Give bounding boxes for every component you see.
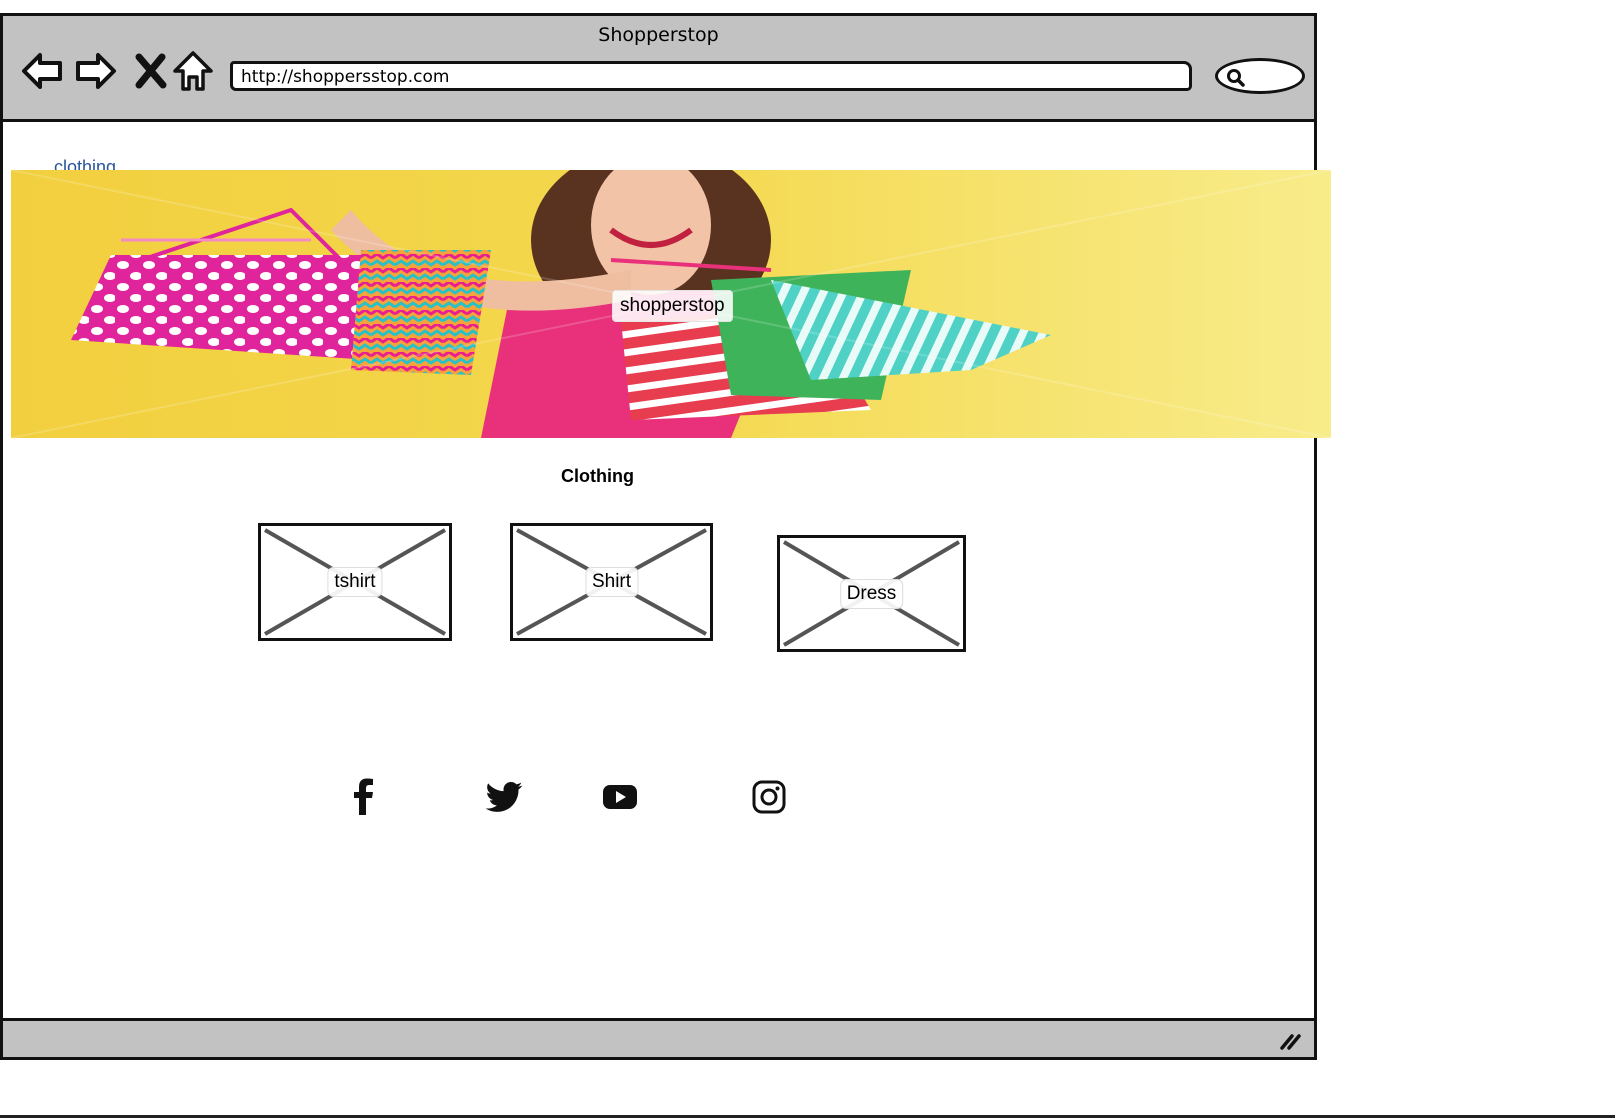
- home-icon[interactable]: [171, 49, 215, 93]
- section-title: Clothing: [561, 466, 634, 486]
- product-label: tshirt: [327, 567, 383, 597]
- youtube-icon[interactable]: [601, 777, 639, 817]
- facebook-icon[interactable]: [344, 777, 384, 817]
- divider: [0, 1115, 1615, 1118]
- product-shirt[interactable]: Shirt: [510, 523, 713, 641]
- back-arrow-icon[interactable]: [20, 49, 64, 93]
- instagram-icon[interactable]: [751, 777, 787, 817]
- window-title: Shopperstop: [598, 24, 719, 46]
- banner-caption: shopperstop: [612, 290, 733, 322]
- browser-titlebar: Shopperstop http://shoppersstop.com: [3, 16, 1314, 122]
- close-x-icon[interactable]: [129, 49, 173, 93]
- resize-grip-icon[interactable]: [1278, 1029, 1304, 1051]
- product-dress[interactable]: Dress: [777, 535, 966, 652]
- search-button[interactable]: [1215, 58, 1305, 94]
- product-label: Shirt: [584, 567, 639, 597]
- product-label: Dress: [839, 578, 904, 609]
- forward-arrow-icon[interactable]: [74, 49, 118, 93]
- address-bar[interactable]: http://shoppersstop.com: [230, 61, 1192, 91]
- search-icon: [1227, 69, 1245, 87]
- product-tshirt[interactable]: tshirt: [258, 523, 452, 641]
- browser-statusbar: [3, 1018, 1314, 1057]
- twitter-icon[interactable]: [483, 777, 525, 817]
